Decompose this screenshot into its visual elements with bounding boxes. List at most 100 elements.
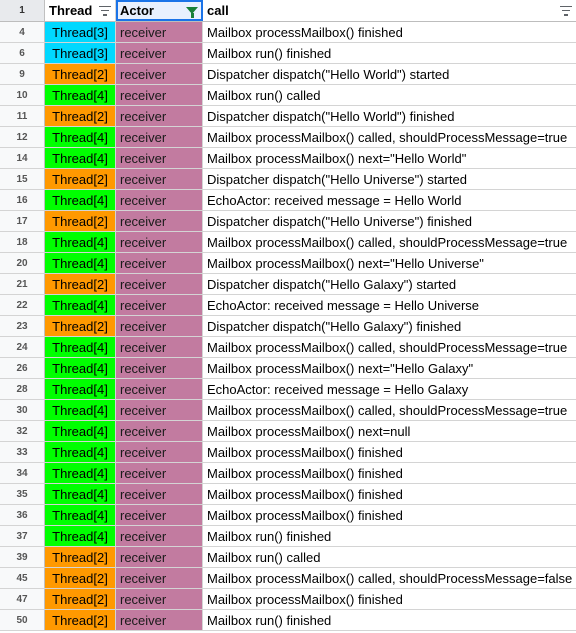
actor-cell[interactable]: receiver bbox=[116, 148, 203, 168]
row-number-cell[interactable]: 17 bbox=[0, 211, 45, 231]
row-number-cell[interactable]: 50 bbox=[0, 610, 45, 630]
row-number-cell[interactable]: 35 bbox=[0, 484, 45, 504]
thread-cell[interactable]: Thread[2] bbox=[45, 568, 116, 588]
filter-icon[interactable] bbox=[560, 5, 572, 16]
active-filter-icon[interactable] bbox=[186, 7, 198, 18]
thread-cell[interactable]: Thread[2] bbox=[45, 589, 116, 609]
thread-column-header[interactable]: Thread bbox=[45, 0, 116, 21]
row-number-cell[interactable]: 33 bbox=[0, 442, 45, 462]
filter-icon[interactable] bbox=[99, 5, 111, 16]
thread-cell[interactable]: Thread[4] bbox=[45, 442, 116, 462]
thread-cell[interactable]: Thread[4] bbox=[45, 85, 116, 105]
actor-cell[interactable]: receiver bbox=[116, 505, 203, 525]
call-cell[interactable]: Dispatcher dispatch("Hello Galaxy") fini… bbox=[203, 316, 576, 336]
call-cell[interactable]: Mailbox processMailbox() next="Hello Uni… bbox=[203, 253, 576, 273]
thread-cell[interactable]: Thread[4] bbox=[45, 295, 116, 315]
row-number-cell[interactable]: 26 bbox=[0, 358, 45, 378]
actor-cell[interactable]: receiver bbox=[116, 610, 203, 630]
call-cell[interactable]: Dispatcher dispatch("Hello Universe") st… bbox=[203, 169, 576, 189]
row-number-cell[interactable]: 34 bbox=[0, 463, 45, 483]
actor-cell[interactable]: receiver bbox=[116, 400, 203, 420]
call-cell[interactable]: EchoActor: received message = Hello Worl… bbox=[203, 190, 576, 210]
call-cell[interactable]: Mailbox processMailbox() finished bbox=[203, 589, 576, 609]
call-cell[interactable]: Mailbox processMailbox() called, shouldP… bbox=[203, 337, 576, 357]
thread-cell[interactable]: Thread[4] bbox=[45, 190, 116, 210]
row-number-cell[interactable]: 4 bbox=[0, 22, 45, 42]
row-number-cell[interactable]: 21 bbox=[0, 274, 45, 294]
call-cell[interactable]: Mailbox processMailbox() finished bbox=[203, 442, 576, 462]
thread-cell[interactable]: Thread[4] bbox=[45, 463, 116, 483]
actor-cell[interactable]: receiver bbox=[116, 253, 203, 273]
actor-cell[interactable]: receiver bbox=[116, 442, 203, 462]
actor-cell[interactable]: receiver bbox=[116, 43, 203, 63]
call-cell[interactable]: Dispatcher dispatch("Hello Galaxy") star… bbox=[203, 274, 576, 294]
row-number-cell[interactable]: 36 bbox=[0, 505, 45, 525]
actor-cell[interactable]: receiver bbox=[116, 22, 203, 42]
call-cell[interactable]: Dispatcher dispatch("Hello Universe") fi… bbox=[203, 211, 576, 231]
thread-cell[interactable]: Thread[3] bbox=[45, 43, 116, 63]
actor-cell[interactable]: receiver bbox=[116, 547, 203, 567]
thread-cell[interactable]: Thread[2] bbox=[45, 106, 116, 126]
row-number-cell[interactable]: 12 bbox=[0, 127, 45, 147]
actor-cell[interactable]: receiver bbox=[116, 169, 203, 189]
thread-cell[interactable]: Thread[4] bbox=[45, 421, 116, 441]
row-number-cell[interactable]: 45 bbox=[0, 568, 45, 588]
thread-cell[interactable]: Thread[3] bbox=[45, 22, 116, 42]
actor-cell[interactable]: receiver bbox=[116, 127, 203, 147]
actor-cell[interactable]: receiver bbox=[116, 526, 203, 546]
row-number-cell[interactable]: 22 bbox=[0, 295, 45, 315]
row-number-cell[interactable]: 15 bbox=[0, 169, 45, 189]
actor-cell[interactable]: receiver bbox=[116, 589, 203, 609]
actor-cell[interactable]: receiver bbox=[116, 232, 203, 252]
row-number-cell[interactable]: 9 bbox=[0, 64, 45, 84]
call-cell[interactable]: EchoActor: received message = Hello Gala… bbox=[203, 379, 576, 399]
actor-cell[interactable]: receiver bbox=[116, 85, 203, 105]
call-cell[interactable]: EchoActor: received message = Hello Univ… bbox=[203, 295, 576, 315]
call-cell[interactable]: Mailbox processMailbox() finished bbox=[203, 484, 576, 504]
call-cell[interactable]: Mailbox processMailbox() called, shouldP… bbox=[203, 400, 576, 420]
call-cell[interactable]: Mailbox processMailbox() next="Hello Gal… bbox=[203, 358, 576, 378]
row-number-cell[interactable]: 24 bbox=[0, 337, 45, 357]
thread-cell[interactable]: Thread[4] bbox=[45, 505, 116, 525]
call-cell[interactable]: Mailbox run() finished bbox=[203, 43, 576, 63]
call-cell[interactable]: Dispatcher dispatch("Hello World") start… bbox=[203, 64, 576, 84]
call-cell[interactable]: Mailbox processMailbox() called, shouldP… bbox=[203, 568, 576, 588]
actor-cell[interactable]: receiver bbox=[116, 484, 203, 504]
call-column-header[interactable]: call bbox=[203, 0, 576, 21]
row-number-header[interactable]: 1 bbox=[0, 0, 45, 21]
thread-cell[interactable]: Thread[4] bbox=[45, 253, 116, 273]
row-number-cell[interactable]: 18 bbox=[0, 232, 45, 252]
call-cell[interactable]: Mailbox processMailbox() called, shouldP… bbox=[203, 127, 576, 147]
thread-cell[interactable]: Thread[4] bbox=[45, 148, 116, 168]
call-cell[interactable]: Mailbox run() finished bbox=[203, 610, 576, 630]
row-number-cell[interactable]: 28 bbox=[0, 379, 45, 399]
actor-cell[interactable]: receiver bbox=[116, 337, 203, 357]
call-cell[interactable]: Mailbox run() called bbox=[203, 547, 576, 567]
actor-cell[interactable]: receiver bbox=[116, 316, 203, 336]
thread-cell[interactable]: Thread[4] bbox=[45, 526, 116, 546]
thread-cell[interactable]: Thread[4] bbox=[45, 127, 116, 147]
thread-cell[interactable]: Thread[2] bbox=[45, 64, 116, 84]
row-number-cell[interactable]: 23 bbox=[0, 316, 45, 336]
thread-cell[interactable]: Thread[4] bbox=[45, 337, 116, 357]
actor-cell[interactable]: receiver bbox=[116, 421, 203, 441]
row-number-cell[interactable]: 14 bbox=[0, 148, 45, 168]
call-cell[interactable]: Mailbox processMailbox() next=null bbox=[203, 421, 576, 441]
thread-cell[interactable]: Thread[4] bbox=[45, 379, 116, 399]
row-number-cell[interactable]: 11 bbox=[0, 106, 45, 126]
thread-cell[interactable]: Thread[2] bbox=[45, 316, 116, 336]
actor-cell[interactable]: receiver bbox=[116, 463, 203, 483]
thread-cell[interactable]: Thread[4] bbox=[45, 358, 116, 378]
row-number-cell[interactable]: 39 bbox=[0, 547, 45, 567]
call-cell[interactable]: Mailbox processMailbox() finished bbox=[203, 505, 576, 525]
row-number-cell[interactable]: 16 bbox=[0, 190, 45, 210]
thread-cell[interactable]: Thread[2] bbox=[45, 610, 116, 630]
call-cell[interactable]: Mailbox processMailbox() next="Hello Wor… bbox=[203, 148, 576, 168]
actor-cell[interactable]: receiver bbox=[116, 211, 203, 231]
actor-cell[interactable]: receiver bbox=[116, 106, 203, 126]
actor-cell[interactable]: receiver bbox=[116, 274, 203, 294]
call-cell[interactable]: Mailbox processMailbox() called, shouldP… bbox=[203, 232, 576, 252]
thread-cell[interactable]: Thread[2] bbox=[45, 211, 116, 231]
call-cell[interactable]: Mailbox processMailbox() finished bbox=[203, 463, 576, 483]
actor-cell[interactable]: receiver bbox=[116, 190, 203, 210]
